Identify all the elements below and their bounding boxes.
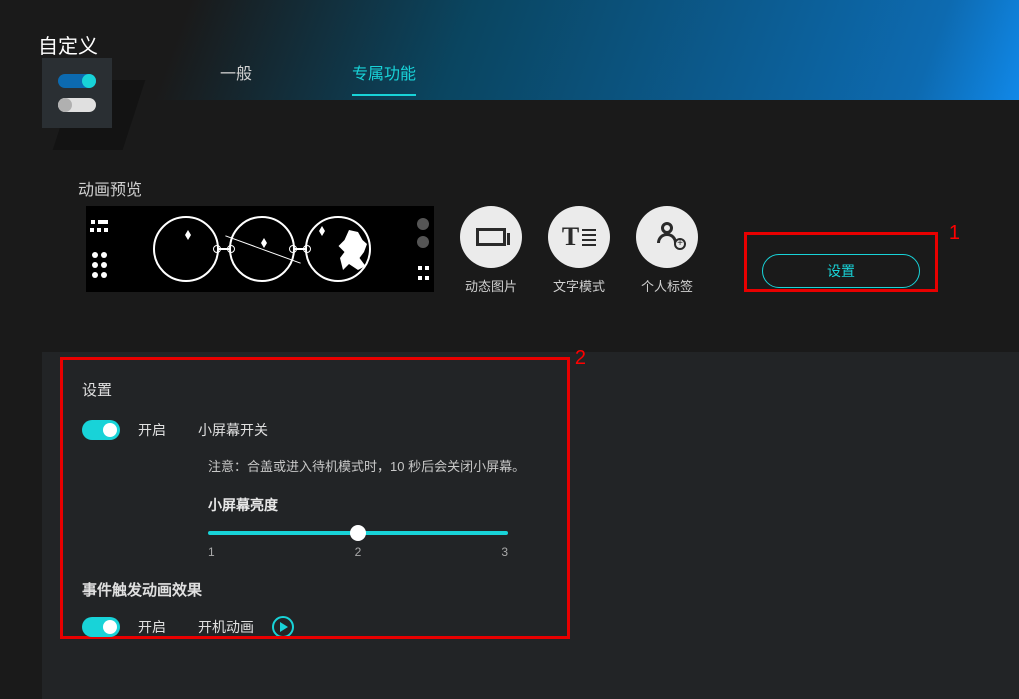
boot-anim-toggle[interactable] [82,617,120,637]
brightness-slider-thumb[interactable] [350,525,366,541]
tab-exclusive[interactable]: 专属功能 [352,60,416,96]
mode-dynamic-image-label: 动态图片 [465,276,517,295]
mode-personal-tag-label: 个人标签 [641,276,693,295]
mode-text-label: 文字模式 [553,276,605,295]
event-section-title: 事件触发动画效果 [82,579,548,600]
settings-button[interactable]: 设置 [762,254,920,288]
brightness-slider[interactable] [208,531,508,535]
play-icon[interactable] [272,616,294,638]
annotation-label-2: 2 [575,347,586,370]
screen-switch-toggle[interactable] [82,420,120,440]
mode-personal-tag[interactable]: + 个人标签 [636,206,698,295]
toggle-on-label: 开启 [138,420,166,440]
mini-toggle-icon-on [58,74,96,88]
boot-anim-label: 开机动画 [198,617,254,637]
mini-toggle-icon-off [58,98,96,112]
mode-dynamic-image[interactable]: 动态图片 [460,206,522,295]
text-mode-icon: T [562,226,596,248]
panel-title: 设置 [82,379,548,400]
person-tag-icon: + [652,222,682,252]
screen-switch-note: 注意：合盖或进入待机模式时，10 秒后会关闭小屏幕。 [208,456,548,475]
annotation-label-1: 1 [949,222,960,245]
brightness-label: 小屏幕亮度 [208,495,548,515]
preview-label: 动画预览 [78,176,142,200]
boot-anim-on-label: 开启 [138,617,166,637]
dynamic-image-icon [476,228,506,246]
brightness-ticks: 1 2 3 [208,545,508,559]
tabs: 一般 专属功能 [220,60,416,96]
module-icon [42,58,128,144]
mode-text[interactable]: T 文字模式 [548,206,610,295]
screen-switch-label: 小屏幕开关 [198,420,268,440]
tab-general[interactable]: 一般 [220,60,252,96]
animation-preview[interactable] [86,206,434,292]
page-title: 自定义 [38,30,98,59]
